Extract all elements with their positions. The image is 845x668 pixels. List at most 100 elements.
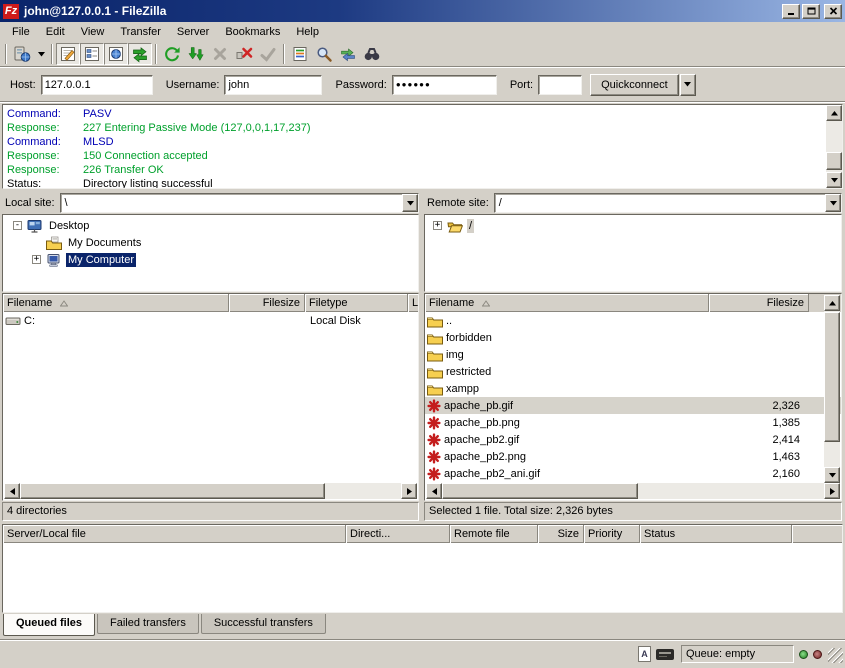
- scroll-right-button[interactable]: [824, 483, 840, 499]
- expand-icon[interactable]: [32, 255, 41, 264]
- scroll-thumb[interactable]: [442, 483, 638, 499]
- remote-site-combo[interactable]: /: [494, 193, 842, 213]
- find-files-button[interactable]: [360, 43, 384, 65]
- menu-file[interactable]: File: [4, 23, 38, 41]
- tree-item-my-documents[interactable]: My Documents: [5, 234, 416, 251]
- status-bar: Queue: empty: [0, 640, 845, 668]
- minimize-button[interactable]: [782, 4, 800, 19]
- toggle-local-tree-button[interactable]: [80, 43, 104, 65]
- file-row[interactable]: apache_pb2.gif 2,414: [425, 431, 841, 448]
- title-bar: Fz john@127.0.0.1 - FileZilla: [0, 0, 845, 22]
- username-label: Username:: [166, 79, 220, 91]
- separator-line: [0, 101, 845, 103]
- column-filename[interactable]: Filename: [3, 294, 229, 312]
- window-title: john@127.0.0.1 - FileZilla: [24, 4, 780, 18]
- quickconnect-button[interactable]: Quickconnect: [590, 74, 679, 96]
- tab-successful-transfers[interactable]: Successful transfers: [201, 614, 326, 634]
- scroll-down-button[interactable]: [826, 172, 842, 188]
- menu-transfer[interactable]: Transfer: [112, 23, 169, 41]
- scroll-up-button[interactable]: [824, 295, 840, 311]
- password-input[interactable]: [392, 75, 497, 95]
- reconnect-button[interactable]: [256, 43, 280, 65]
- disconnect-button[interactable]: [232, 43, 256, 65]
- file-row[interactable]: apache_pb2_ani.gif 2,160: [425, 465, 841, 482]
- site-manager-dropdown-button[interactable]: [34, 43, 48, 65]
- file-row[interactable]: apache_pb.png 1,385: [425, 414, 841, 431]
- remote-horizontal-scrollbar[interactable]: [426, 483, 840, 499]
- toggle-remote-tree-button[interactable]: [104, 43, 128, 65]
- folder-icon: [427, 365, 443, 379]
- local-tree-icon: [86, 48, 99, 61]
- folder-icon: [427, 348, 443, 362]
- scroll-down-button[interactable]: [824, 467, 840, 483]
- file-row-c-drive[interactable]: C: Local Disk: [3, 312, 418, 329]
- column-filetype[interactable]: Filetype: [305, 294, 408, 312]
- scroll-thumb[interactable]: [824, 312, 840, 442]
- toggle-transfer-queue-button[interactable]: [128, 43, 152, 65]
- column-size[interactable]: Size: [538, 525, 584, 543]
- chevron-down-icon[interactable]: [825, 194, 841, 212]
- queue-body[interactable]: [3, 543, 842, 613]
- column-filesize[interactable]: Filesize: [709, 294, 809, 312]
- tree-item-desktop[interactable]: Desktop: [5, 217, 416, 234]
- tab-queued-files[interactable]: Queued files: [3, 614, 95, 636]
- message-log[interactable]: Command:PASV Response:227 Entering Passi…: [2, 104, 843, 189]
- tree-item-root[interactable]: /: [427, 217, 839, 234]
- scroll-left-button[interactable]: [426, 483, 442, 499]
- toggle-message-log-button[interactable]: [56, 43, 80, 65]
- column-status[interactable]: Status: [640, 525, 792, 543]
- scroll-thumb[interactable]: [826, 152, 842, 170]
- chevron-down-icon[interactable]: [402, 194, 418, 212]
- site-manager-button[interactable]: [10, 43, 34, 65]
- file-row[interactable]: ..: [425, 312, 841, 329]
- quickconnect-dropdown-button[interactable]: [680, 74, 696, 96]
- scroll-left-button[interactable]: [4, 483, 20, 499]
- column-direction[interactable]: Directi...: [346, 525, 450, 543]
- column-priority[interactable]: Priority: [584, 525, 640, 543]
- file-row-selected[interactable]: apache_pb.gif 2,326: [425, 397, 841, 414]
- tab-failed-transfers[interactable]: Failed transfers: [97, 614, 199, 634]
- tree-item-my-computer[interactable]: My Computer: [5, 251, 416, 268]
- synchronized-browsing-button[interactable]: [336, 43, 360, 65]
- expand-icon[interactable]: [433, 221, 442, 230]
- close-button[interactable]: [824, 4, 842, 19]
- maximize-button[interactable]: [802, 4, 820, 19]
- directory-listing-filters-button[interactable]: [288, 43, 312, 65]
- remote-tree: /: [424, 214, 842, 292]
- file-row[interactable]: apache_pb2.png 1,463: [425, 448, 841, 465]
- port-input[interactable]: [538, 75, 582, 95]
- resize-grip[interactable]: [828, 648, 843, 663]
- process-queue-button[interactable]: [184, 43, 208, 65]
- menu-help[interactable]: Help: [288, 23, 327, 41]
- remote-vertical-scrollbar[interactable]: [824, 295, 840, 483]
- column-filesize[interactable]: Filesize: [229, 294, 305, 312]
- menu-view[interactable]: View: [73, 23, 113, 41]
- local-tree: Desktop My Documents My Computer: [2, 214, 419, 292]
- menu-bookmarks[interactable]: Bookmarks: [217, 23, 288, 41]
- encryption-indicator-icon: [656, 649, 674, 660]
- refresh-button[interactable]: [160, 43, 184, 65]
- collapse-icon[interactable]: [13, 221, 22, 230]
- column-server-local-file[interactable]: Server/Local file: [3, 525, 346, 543]
- scroll-right-button[interactable]: [401, 483, 417, 499]
- local-list-header: Filename Filesize Filetype L: [3, 294, 418, 312]
- menu-edit[interactable]: Edit: [38, 23, 73, 41]
- menu-server[interactable]: Server: [169, 23, 217, 41]
- local-horizontal-scrollbar[interactable]: [4, 483, 417, 499]
- scroll-up-button[interactable]: [826, 105, 842, 121]
- scroll-thumb[interactable]: [20, 483, 325, 499]
- host-label: Host:: [10, 79, 36, 91]
- directory-comparison-button[interactable]: [312, 43, 336, 65]
- file-row[interactable]: xampp: [425, 380, 841, 397]
- file-row[interactable]: img: [425, 346, 841, 363]
- log-scrollbar[interactable]: [826, 105, 842, 188]
- local-site-combo[interactable]: \: [60, 193, 419, 213]
- cancel-operation-button[interactable]: [208, 43, 232, 65]
- file-row[interactable]: restricted: [425, 363, 841, 380]
- column-filename[interactable]: Filename: [425, 294, 709, 312]
- column-remote-file[interactable]: Remote file: [450, 525, 538, 543]
- file-row[interactable]: forbidden: [425, 329, 841, 346]
- column-last-modified[interactable]: L: [408, 294, 418, 312]
- username-input[interactable]: [224, 75, 322, 95]
- host-input[interactable]: [41, 75, 153, 95]
